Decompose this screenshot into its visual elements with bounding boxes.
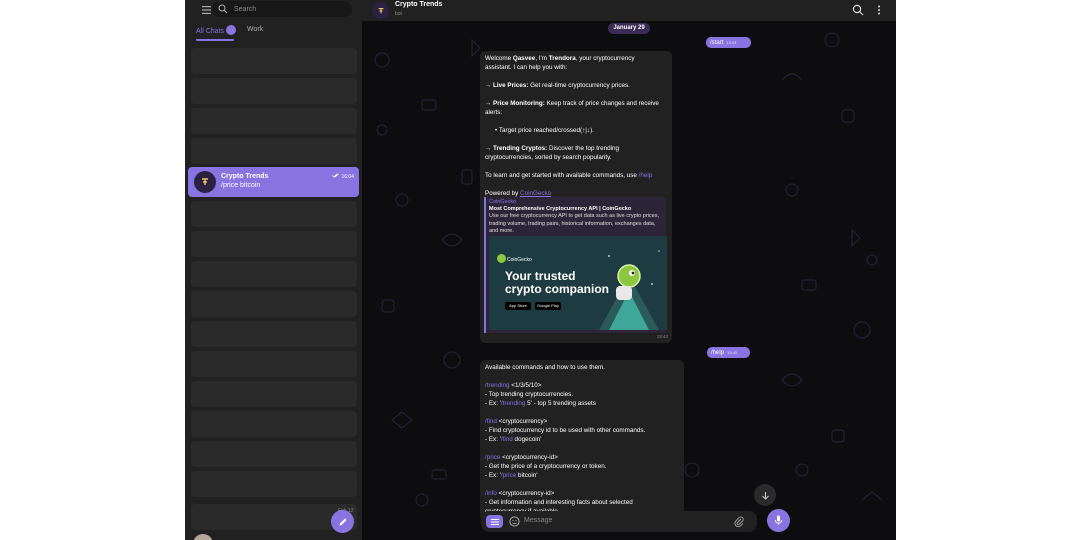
search-icon[interactable] (852, 4, 864, 16)
folder-tabs: All Chats Work (185, 22, 362, 42)
text-line: - Get the price of a cryptocurrency or t… (485, 463, 607, 470)
crypto-trends-avatar (194, 171, 216, 193)
message-input[interactable]: Message (524, 517, 552, 524)
feature-title: → Price Monitoring: (485, 100, 545, 107)
message-time: 13:43 (726, 40, 737, 45)
incoming-message-welcome[interactable]: Welcome Qasvee, I'm Trendora, your crypt… (480, 51, 672, 343)
chat-preview: /price bitcoin (221, 182, 261, 189)
chat-list-item[interactable] (191, 471, 357, 497)
chat-panel: Crypto Trends bot January 29 /start 13:43… (362, 0, 896, 540)
chat-header: Crypto Trends bot (362, 0, 896, 21)
price-command-link[interactable]: /price (501, 472, 516, 479)
text-line: - Find cryptocurrency id to be used with… (485, 427, 646, 434)
preview-description: Use our free cryptocurrency API to get d… (489, 213, 659, 234)
telegram-app: Search All Chats Work Crypto Trends /pri… (185, 0, 896, 540)
message-text: /help (711, 350, 725, 356)
text-line: - Top trending cryptocurrencies. (485, 391, 574, 398)
coingecko-logo (497, 254, 506, 263)
chat-list-item[interactable] (191, 201, 357, 227)
chat-list-item[interactable] (191, 261, 357, 287)
outgoing-message[interactable]: /help 13:43 (707, 347, 750, 358)
crypto-trends-avatar[interactable] (372, 2, 389, 19)
trending-command-link[interactable]: /trending (485, 382, 510, 389)
outgoing-message[interactable]: /start 13:43 (706, 37, 751, 48)
tab-all-chats-label: All Chats (196, 27, 225, 35)
bot-name: Trendora (548, 55, 576, 62)
arrow-down-icon (761, 491, 769, 500)
chat-list-item[interactable] (191, 291, 357, 317)
app-store-badge: App Store (505, 302, 531, 310)
price-command-link[interactable]: /price (485, 454, 500, 461)
chat-list-item[interactable] (191, 441, 357, 467)
chat-list-item[interactable] (191, 138, 357, 164)
chat-list-item[interactable] (191, 108, 357, 134)
double-check-icon (332, 173, 339, 178)
date-separator: January 29 (608, 23, 650, 34)
chat-list-item[interactable] (191, 321, 357, 347)
chat-list-item[interactable] (191, 48, 357, 74)
search-placeholder: Search (234, 5, 257, 13)
sidebar: Search All Chats Work Crypto Trends /pri… (185, 0, 362, 540)
image-headline: Your trusted crypto companion (505, 269, 610, 296)
trending-command-link[interactable]: /trending (501, 400, 526, 407)
new-message-button[interactable] (331, 510, 354, 533)
google-play-badge: Google Play (535, 302, 561, 310)
more-vertical-icon[interactable] (874, 4, 884, 16)
chat-time: 16:04 (332, 173, 354, 180)
tab-work[interactable]: Work (247, 26, 263, 33)
avatar (193, 534, 213, 540)
chat-list-item[interactable] (191, 381, 357, 407)
feature-title: → Trending Cryptos: (485, 145, 548, 152)
chat-list-item[interactable] (191, 351, 357, 377)
chat-time-text: 16:04 (341, 174, 354, 180)
coingecko-link[interactable]: CoinGecko (520, 190, 551, 197)
info-command-link[interactable]: /info (485, 490, 497, 497)
link-preview[interactable]: CoinGecko Most Comprehensive Cryptocurre… (484, 197, 667, 333)
message-composer: Message (481, 511, 757, 532)
chat-list-item[interactable] (191, 231, 357, 257)
bullet-item: • Target price reached/crossed(↑|↓). (495, 127, 594, 134)
bot-commands-button[interactable] (486, 515, 503, 528)
pencil-icon (339, 518, 346, 525)
active-tab-indicator (196, 39, 234, 41)
search-icon (218, 4, 228, 14)
incoming-message-help[interactable]: Available commands and how to use them. … (480, 360, 684, 520)
scroll-down-button[interactable] (754, 484, 776, 506)
search-input[interactable]: Search (212, 1, 352, 17)
preview-image[interactable]: CoinGecko Your trusted crypto companion … (489, 236, 667, 330)
chat-title[interactable]: Crypto Trends (395, 1, 442, 8)
user-name: Qasvee (512, 55, 536, 62)
preview-title: Most Comprehensive Cryptocurrency API | … (489, 206, 632, 212)
text-line: alerts: (485, 109, 503, 116)
text-line: Available commands and how to use them. (485, 364, 605, 371)
text-line: cryptocurrencies, sorted by search popul… (485, 154, 612, 161)
find-command-link[interactable]: /find (485, 418, 497, 425)
message-text: /start (710, 40, 724, 46)
message-time: 13:43 (727, 350, 738, 355)
unread-badge (226, 25, 237, 35)
preview-site: CoinGecko (489, 199, 517, 205)
emoji-icon[interactable] (509, 516, 520, 527)
chat-list-item-active[interactable]: Crypto Trends /price bitcoin 16:04 (188, 167, 359, 197)
voice-message-button[interactable] (767, 509, 790, 532)
tab-all-chats[interactable]: All Chats (196, 25, 237, 36)
chat-subtitle: bot (395, 11, 402, 17)
menu-icon (490, 518, 499, 525)
find-command-link[interactable]: /find (501, 436, 513, 443)
text-line: - Get information and interesting facts … (485, 499, 633, 506)
chat-list-item[interactable] (191, 411, 357, 437)
paperclip-icon[interactable] (734, 516, 744, 527)
chat-name: Crypto Trends (221, 173, 269, 180)
message-time: 13:43 (656, 334, 668, 339)
microphone-icon (774, 515, 783, 525)
image-brand: CoinGecko (507, 257, 532, 263)
feature-title: → Live Prices: (485, 82, 529, 89)
chat-list-item[interactable] (191, 78, 357, 104)
help-command-link[interactable]: /help (639, 172, 653, 179)
text-line: assistant. I can help you with: (485, 64, 568, 71)
